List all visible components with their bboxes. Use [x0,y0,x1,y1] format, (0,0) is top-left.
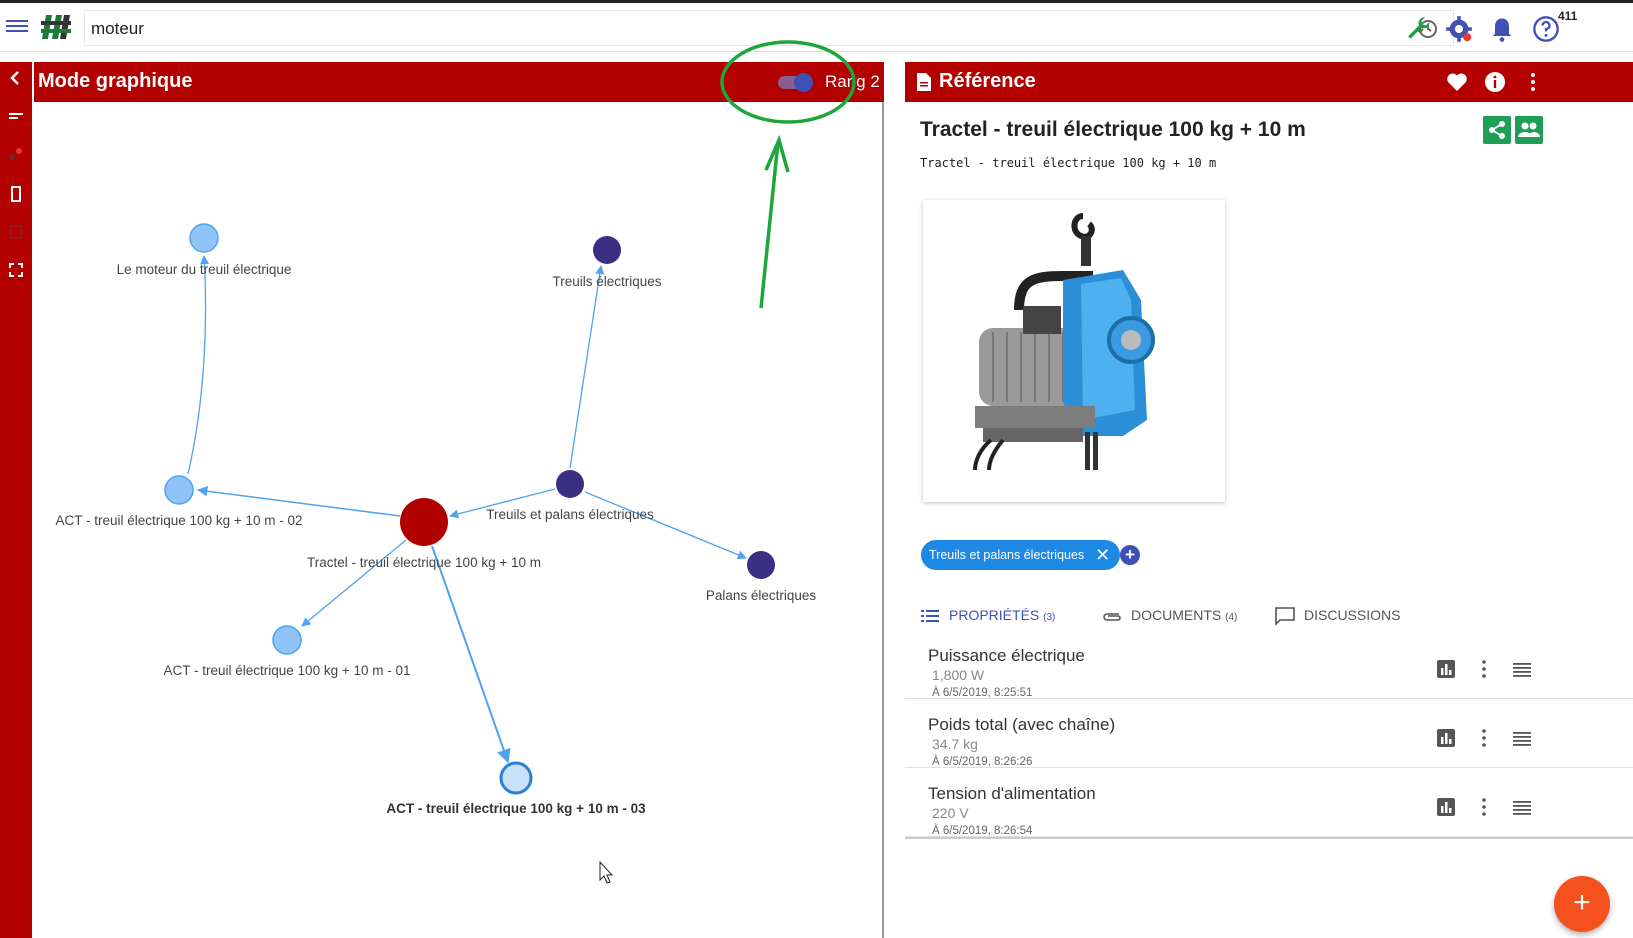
graph-canvas[interactable]: Le moteur du treuil électrique Treuils é… [34,102,882,938]
users-button[interactable] [1515,116,1543,144]
rank-label: Rang 2 [825,72,880,91]
graph-edge [584,491,747,560]
graph-nodes-icon[interactable] [8,146,24,162]
graph-node [593,236,621,264]
category-tag-label: Treuils et palans électriques [929,548,1085,562]
collapse-chevron-icon[interactable] [8,70,24,86]
graph-panel-title: Mode graphique [38,70,193,92]
graph-node-label: ACT - treuil électrique 100 kg + 10 m - … [164,663,411,678]
chat-bubble-icon [1275,607,1295,626]
more-vert-icon[interactable] [1473,658,1495,680]
mouse-cursor-icon [599,860,614,884]
notification-count: 411 [1558,9,1578,23]
more-vert-icon[interactable] [1473,796,1495,818]
graph-node [189,223,219,253]
more-vert-icon[interactable] [1473,727,1495,749]
left-tool-rail [0,62,32,938]
graph-node-label: Tractel - treuil électrique 100 kg + 10 … [307,555,541,570]
property-row[interactable]: Puissance électrique 1,800 W À 6/5/2019,… [905,630,1633,699]
property-date: À 6/5/2019, 8:25:51 [932,687,1033,699]
panel-divider [882,102,884,938]
property-value: 1,800 W [932,667,985,683]
category-tag-chip[interactable]: Treuils et palans électriques ✕ [921,540,1121,570]
drag-handle-icon[interactable] [1511,727,1533,749]
drag-handle-icon[interactable] [1511,658,1533,680]
property-row[interactable]: Tension d'alimentation 220 V À 6/5/2019,… [905,768,1633,837]
property-name: Poids total (avec chaîne) [928,715,1116,734]
paperclip-icon [1103,613,1121,621]
reference-title: Tractel - treuil électrique 100 kg + 10 … [920,118,1306,141]
reference-panel-header: Référence [905,62,1633,102]
more-vert-icon[interactable] [1521,70,1545,94]
graph-node [164,475,194,505]
remove-tag-icon[interactable]: ✕ [1095,540,1110,570]
sort-lines-icon[interactable] [8,108,24,124]
info-icon[interactable] [1483,70,1507,94]
graph-svg: Le moteur du treuil électrique Treuils é… [56,223,817,884]
wrench-icon[interactable] [1405,15,1433,43]
product-image[interactable] [923,200,1225,502]
graph-node [400,498,448,546]
favorite-heart-icon[interactable] [1445,70,1469,94]
share-icon [1489,121,1505,139]
notifications-bell-icon[interactable] [1488,15,1516,43]
graph-edge [187,255,210,475]
portrait-frame-icon[interactable] [8,186,24,202]
search-input[interactable] [91,17,1391,41]
property-date: À 6/5/2019, 8:26:26 [932,756,1033,768]
document-icon [917,73,931,91]
tab-documents-count: (4) [1225,612,1238,623]
graph-node-label: Treuils et palans électriques [486,507,654,522]
graph-node [499,761,533,795]
search-box[interactable] [84,10,1454,46]
chart-icon[interactable] [1435,796,1457,818]
graph-edge [569,265,605,469]
property-value: 220 V [932,805,969,821]
hamburger-menu-icon[interactable] [6,17,28,37]
graph-panel-header: Mode graphique Rang 2 [34,62,884,102]
electric-winch-image [973,213,1155,471]
tab-properties-count: (3) [1043,612,1056,623]
top-bar: 411 [0,0,1633,52]
tab-discussions-label: DISCUSSIONS [1304,607,1401,623]
properties-divider [905,837,1633,839]
tab-documents-label: DOCUMENTS [1131,607,1222,623]
settings-gear-icon[interactable] [1445,15,1473,43]
graph-edge [301,539,407,627]
graph-node [747,551,775,579]
graph-node-label: Palans électriques [706,588,817,603]
group-icon [1518,122,1540,137]
graph-node-label: Le moteur du treuil électrique [117,262,292,277]
graph-node-label: ACT - treuil électrique 100 kg + 10 m - … [56,513,303,528]
graph-edge [431,545,511,764]
app-logo [41,15,71,39]
fullscreen-icon[interactable] [8,262,24,278]
chart-icon[interactable] [1435,727,1457,749]
reference-panel-title: Référence [939,70,1036,92]
empty-frame-icon[interactable] [8,224,24,240]
help-icon[interactable] [1532,15,1560,43]
drag-handle-icon[interactable] [1511,796,1533,818]
property-name: Puissance électrique [928,646,1085,665]
chart-icon[interactable] [1435,658,1457,680]
list-icon [921,610,939,622]
graph-node-label: Treuils électriques [552,274,661,289]
reference-panel-content: Tractel - treuil électrique 100 kg + 10 … [905,102,1633,938]
graph-node [272,625,302,655]
property-date: À 6/5/2019, 8:26:54 [932,825,1033,837]
share-button[interactable] [1483,116,1511,144]
property-row[interactable]: Poids total (avec chaîne) 34.7 kg À 6/5/… [905,699,1633,768]
property-name: Tension d'alimentation [928,784,1096,803]
add-fab-button[interactable]: + [1554,876,1610,932]
graph-node-label: ACT - treuil électrique 100 kg + 10 m - … [386,801,646,816]
add-tag-button[interactable]: + [1120,545,1140,565]
reference-subtitle: Tractel - treuil électrique 100 kg + 10 … [920,156,1217,170]
rank-toggle[interactable] [778,73,814,92]
tab-properties-label: PROPRIÉTÉS [949,607,1040,623]
property-value: 34.7 kg [932,736,978,752]
graph-node [556,470,584,498]
